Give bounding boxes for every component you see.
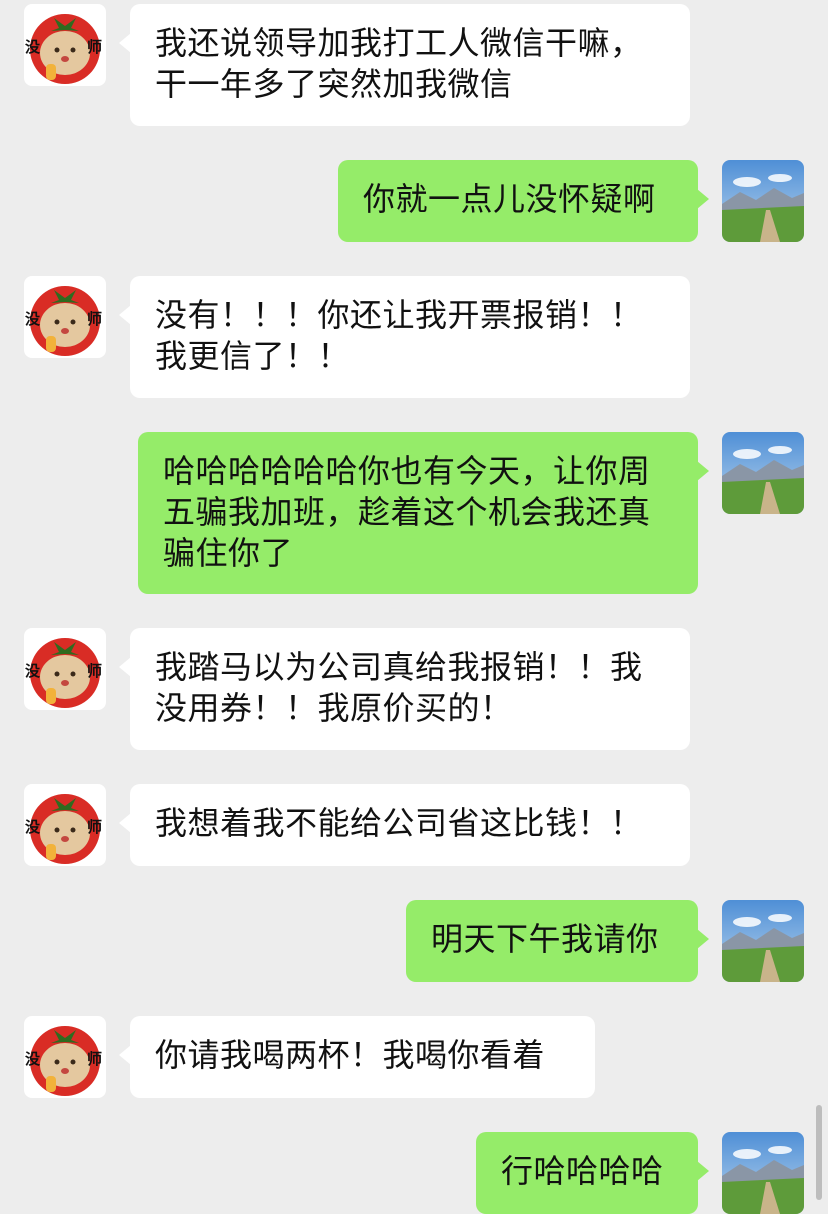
message-text: 你请我喝两杯！我喝你看着 — [155, 1036, 546, 1074]
message-bubble-outgoing[interactable]: 明天下午我请你 — [406, 900, 709, 982]
avatar-label-right: 师 — [87, 1050, 103, 1068]
avatar-label-left: 没 — [25, 818, 41, 836]
mountain-road-landscape-icon[interactable] — [722, 160, 804, 242]
message-bubble-incoming[interactable]: 没有！！！你还让我开票报销！！ 我更信了！！ — [119, 276, 690, 398]
message-bubble-incoming[interactable]: 你请我喝两杯！我喝你看着 — [119, 1016, 595, 1098]
mountain-road-landscape-icon[interactable] — [722, 432, 804, 514]
message-text: 没有！！！你还让我开票报销！！ 我更信了！！ — [155, 296, 643, 375]
avatar-label-right: 师 — [87, 38, 103, 56]
avatar-label-left: 没 — [25, 310, 41, 328]
scrollbar-thumb[interactable] — [816, 1105, 822, 1200]
message-bubble-incoming[interactable]: 我踏马以为公司真给我报销！！我 没用券！！我原价买的！ — [119, 628, 690, 750]
tomato-avatar-icon[interactable]: 没 师 — [24, 628, 106, 710]
avatar-label-right: 师 — [87, 310, 103, 328]
avatar-label-right: 师 — [87, 662, 103, 680]
message-text: 我踏马以为公司真给我报销！！我 没用券！！我原价买的！ — [155, 648, 643, 727]
message-bubble-outgoing[interactable]: 哈哈哈哈哈哈你也有今天，让你周 五骗我加班，趁着这个机会我还真 骗住你了 — [138, 432, 709, 594]
avatar-label-left: 没 — [25, 38, 41, 56]
message-bubble-outgoing[interactable]: 行哈哈哈哈 — [476, 1132, 709, 1214]
mountain-road-landscape-icon[interactable] — [722, 900, 804, 982]
avatar-label-left: 没 — [25, 662, 41, 680]
tomato-avatar-icon[interactable]: 没 师 — [24, 784, 106, 866]
message-bubble-outgoing[interactable]: 你就一点儿没怀疑啊 — [338, 160, 709, 242]
message-text: 你就一点儿没怀疑啊 — [363, 180, 656, 218]
chat-message-list[interactable]: 没 师 我还说领导加我打工人微信干嘛， 干一年多了突然加我微信 你就一点儿没怀疑… — [0, 0, 828, 1214]
tomato-avatar-icon[interactable]: 没 师 — [24, 276, 106, 358]
tomato-avatar-icon[interactable]: 没 师 — [24, 4, 106, 86]
mountain-road-landscape-icon[interactable] — [722, 1132, 804, 1214]
avatar-label-left: 没 — [25, 1050, 41, 1068]
message-text: 哈哈哈哈哈哈你也有今天，让你周 五骗我加班，趁着这个机会我还真 骗住你了 — [163, 452, 651, 572]
message-bubble-incoming[interactable]: 我想着我不能给公司省这比钱！！ — [119, 784, 690, 866]
message-bubble-incoming[interactable]: 我还说领导加我打工人微信干嘛， 干一年多了突然加我微信 — [119, 4, 690, 126]
tomato-avatar-icon[interactable]: 没 师 — [24, 1016, 106, 1098]
message-text: 我还说领导加我打工人微信干嘛， 干一年多了突然加我微信 — [155, 24, 643, 103]
message-text: 明天下午我请你 — [431, 920, 659, 958]
message-text: 行哈哈哈哈 — [501, 1152, 664, 1190]
message-text: 我想着我不能给公司省这比钱！！ — [155, 804, 643, 842]
avatar-label-right: 师 — [87, 818, 103, 836]
